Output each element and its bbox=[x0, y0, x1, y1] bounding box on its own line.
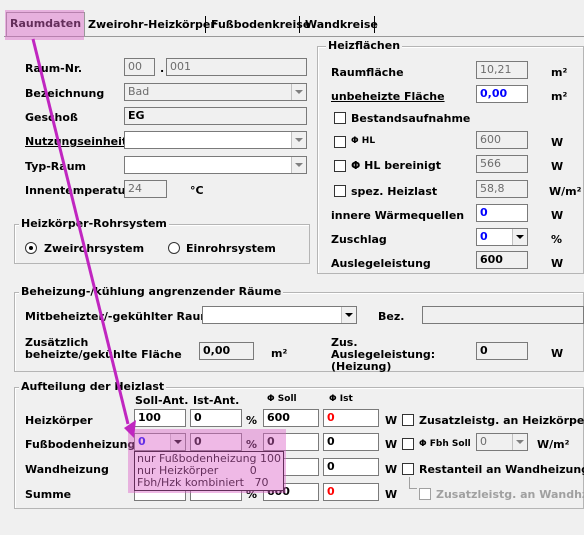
annotation-arrow bbox=[31, 38, 136, 438]
